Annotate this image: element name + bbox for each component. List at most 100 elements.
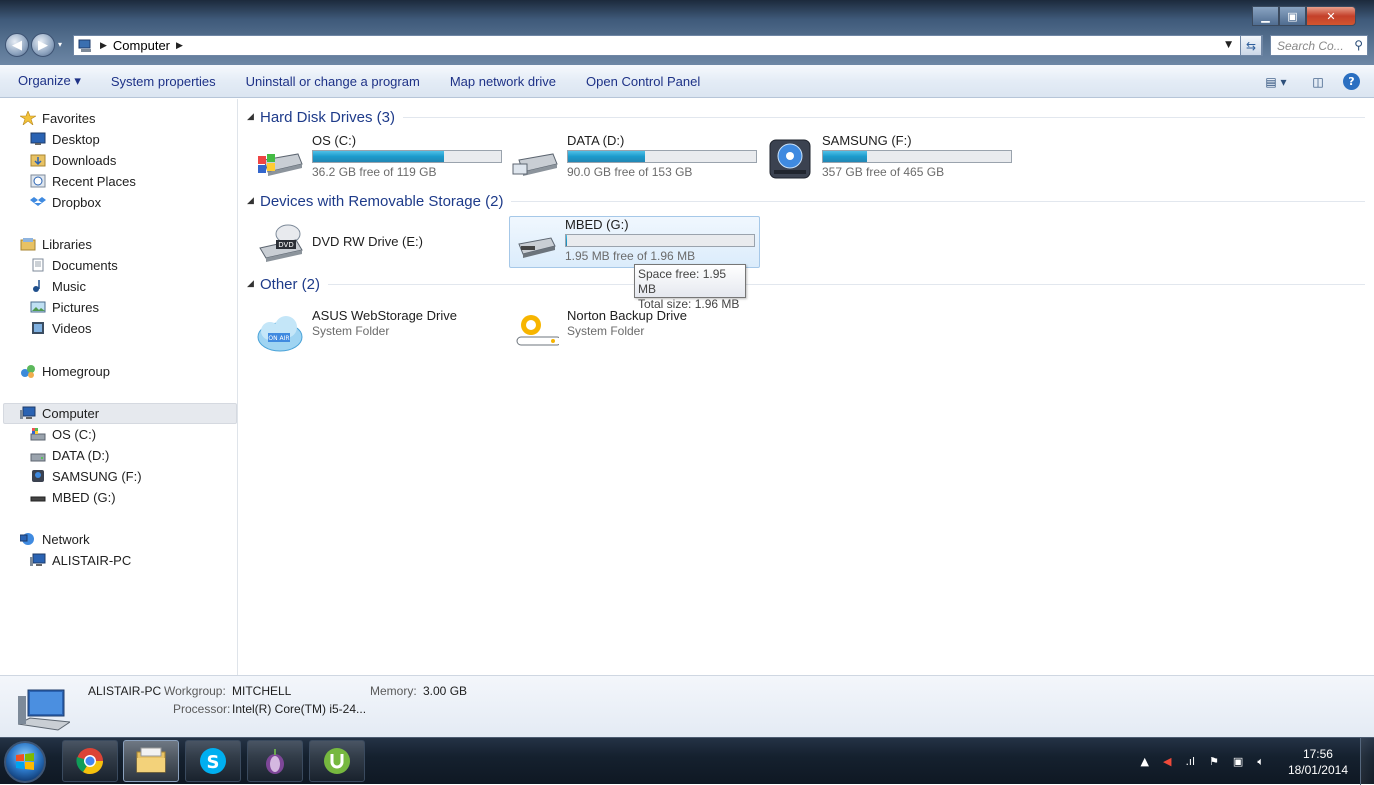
nav-label: Network — [42, 531, 90, 547]
tooltip-space-free: Space free: 1.95 MB — [638, 267, 727, 296]
nav-documents[interactable]: Documents — [30, 255, 118, 275]
nav-label: Pictures — [52, 299, 99, 315]
nav-drive-c[interactable]: OS (C:) — [30, 424, 96, 444]
nav-drive-f[interactable]: SAMSUNG (F:) — [30, 466, 142, 486]
system-properties-button[interactable]: System properties — [96, 74, 231, 89]
group-header-removable[interactable]: ◢ Devices with Removable Storage (2) — [247, 191, 1365, 211]
breadcrumb-computer[interactable]: Computer — [113, 38, 170, 53]
nav-videos[interactable]: Videos — [30, 318, 92, 338]
address-bar[interactable]: ▶ Computer ▶ ▼ — [73, 35, 1263, 56]
drive-usage-fill — [823, 151, 867, 162]
memory-value: 3.00 GB — [423, 684, 468, 698]
map-network-drive-button[interactable]: Map network drive — [435, 74, 571, 89]
views-icon[interactable]: ▤ ▾ — [1259, 74, 1293, 90]
nav-music[interactable]: Music — [30, 276, 86, 296]
close-button[interactable]: ✕ — [1306, 6, 1356, 26]
nav-alistair-pc[interactable]: ALISTAIR-PC — [30, 550, 131, 570]
skype-icon: S — [200, 748, 226, 774]
taskbar-chrome[interactable] — [62, 740, 118, 782]
nav-label: Documents — [52, 257, 118, 273]
taskbar-utorrent[interactable] — [309, 740, 365, 782]
uninstall-program-button[interactable]: Uninstall or change a program — [231, 74, 435, 89]
show-desktop-button[interactable] — [1360, 738, 1374, 785]
volume-icon[interactable]: 🔈︎ — [1257, 755, 1264, 769]
drive-free-space: 357 GB free of 465 GB — [822, 165, 945, 179]
drive-tile-g[interactable]: MBED (G:) 1.95 MB free of 1.96 MB — [509, 216, 760, 268]
explorer-icon — [136, 747, 166, 773]
nav-computer[interactable]: Computer — [20, 403, 99, 423]
history-dropdown-icon[interactable]: ▾ — [58, 40, 62, 49]
group-title: Devices with Removable Storage (2) — [260, 192, 504, 210]
nav-homegroup[interactable]: Homegroup — [20, 361, 110, 381]
windows-logo-icon — [16, 753, 34, 770]
group-header-hard-disks[interactable]: ◢ Hard Disk Drives (3) — [247, 107, 1365, 127]
nav-drive-g[interactable]: MBED (G:) — [30, 487, 116, 507]
clock[interactable]: 17:56 18/01/2014 — [1288, 746, 1348, 778]
network-icon — [20, 533, 34, 545]
nav-favorites[interactable]: Favorites — [20, 108, 95, 128]
computer-icon — [20, 406, 36, 419]
details-pane: ALISTAIR-PC Workgroup: MITCHELL Memory: … — [0, 675, 1374, 737]
nav-desktop[interactable]: Desktop — [30, 129, 100, 149]
nav-network[interactable]: Network — [20, 529, 90, 549]
nav-downloads[interactable]: Downloads — [30, 150, 116, 170]
taskbar-skype[interactable]: S — [185, 740, 241, 782]
folder-tile-asus-webstorage[interactable]: ON AIR ASUS WebStorage Drive System Fold… — [250, 308, 500, 360]
drive-usage-bar — [565, 234, 755, 247]
nav-label: Downloads — [52, 152, 117, 168]
svg-text:DVD: DVD — [278, 241, 293, 249]
nav-drive-d[interactable]: DATA (D:) — [30, 445, 109, 465]
nav-label: Libraries — [42, 236, 92, 252]
maximize-button[interactable]: ▣ — [1279, 6, 1306, 26]
hard-drive-icon — [30, 453, 46, 462]
safely-remove-hardware-icon[interactable]: ▣ — [1233, 755, 1243, 768]
drive-tile-d[interactable]: DATA (D:) 90.0 GB free of 153 GB — [505, 133, 757, 185]
taskbar: S ▲ ◀ .ıl ⚑ ▣ 🔈︎ 17:56 18/01/2014 — [0, 737, 1374, 785]
drive-tile-f[interactable]: SAMSUNG (F:) 357 GB free of 465 GB — [760, 133, 1012, 185]
tor-icon — [266, 749, 284, 774]
windows-drive-icon — [258, 153, 303, 176]
signal-icon[interactable]: .ıl — [1185, 755, 1195, 768]
action-center-flag-icon[interactable]: ⚑ — [1209, 755, 1219, 768]
refresh-button[interactable]: ⇆ — [1240, 35, 1262, 56]
address-dropdown-icon[interactable]: ▼ — [1225, 40, 1232, 50]
documents-icon — [32, 258, 44, 272]
collapse-icon[interactable]: ◢ — [247, 196, 260, 206]
recent-places-icon — [30, 174, 46, 188]
collapse-icon[interactable]: ◢ — [247, 112, 260, 122]
breadcrumb-separator-icon: ▶ — [100, 40, 107, 51]
asus-webstorage-icon: ON AIR — [257, 316, 303, 352]
drive-tile-e[interactable]: DVD DVD RW Drive (E:) — [250, 217, 500, 269]
nav-dropbox[interactable]: Dropbox — [30, 192, 101, 212]
group-header-other[interactable]: ◢ Other (2) — [247, 274, 1365, 294]
forward-button[interactable]: ▶ — [31, 33, 55, 57]
item-name: ASUS WebStorage Drive — [312, 308, 457, 323]
search-input[interactable]: Search Co... ⚲ — [1270, 35, 1368, 56]
taskbar-explorer[interactable] — [123, 740, 179, 782]
view-buttons: ▤ ▾ ◫ ? — [1259, 73, 1360, 90]
folder-tile-norton-backup[interactable]: Norton Backup Drive System Folder — [505, 308, 755, 360]
start-button[interactable] — [4, 741, 46, 783]
drive-usage-fill — [568, 151, 646, 162]
nav-label: ALISTAIR-PC — [52, 552, 132, 568]
open-control-panel-button[interactable]: Open Control Panel — [571, 74, 715, 89]
group-divider — [328, 283, 1365, 285]
back-arrow-icon: ◀ — [12, 37, 22, 53]
drive-tile-c[interactable]: OS (C:) 36.2 GB free of 119 GB — [250, 133, 502, 185]
warning-icon[interactable]: ◀ — [1163, 755, 1171, 768]
nav-label: OS (C:) — [52, 426, 97, 442]
show-hidden-icons-icon[interactable]: ▲ — [1141, 755, 1149, 768]
nav-recent-places[interactable]: Recent Places — [30, 171, 136, 191]
taskbar-tor[interactable] — [247, 740, 303, 782]
back-button[interactable]: ◀ — [5, 33, 29, 57]
nav-pictures[interactable]: Pictures — [30, 297, 99, 317]
minimize-button[interactable]: ▁ — [1252, 6, 1279, 26]
preview-pane-icon[interactable]: ◫ — [1309, 74, 1327, 90]
organize-button[interactable]: Organize ▾ — [0, 73, 96, 89]
processor-value: Intel(R) Core(TM) i5-24... — [232, 702, 367, 716]
help-icon[interactable]: ? — [1343, 73, 1360, 90]
drive-name: MBED (G:) — [565, 217, 629, 232]
nav-libraries[interactable]: Libraries — [20, 234, 92, 254]
group-divider — [403, 116, 1365, 118]
collapse-icon[interactable]: ◢ — [247, 279, 260, 289]
